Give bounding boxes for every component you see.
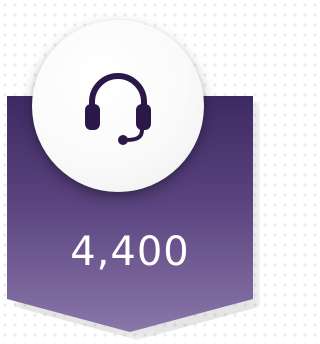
stat-value: 4,400 xyxy=(70,229,190,275)
headset-icon xyxy=(85,73,151,145)
icon-badge xyxy=(32,20,204,192)
